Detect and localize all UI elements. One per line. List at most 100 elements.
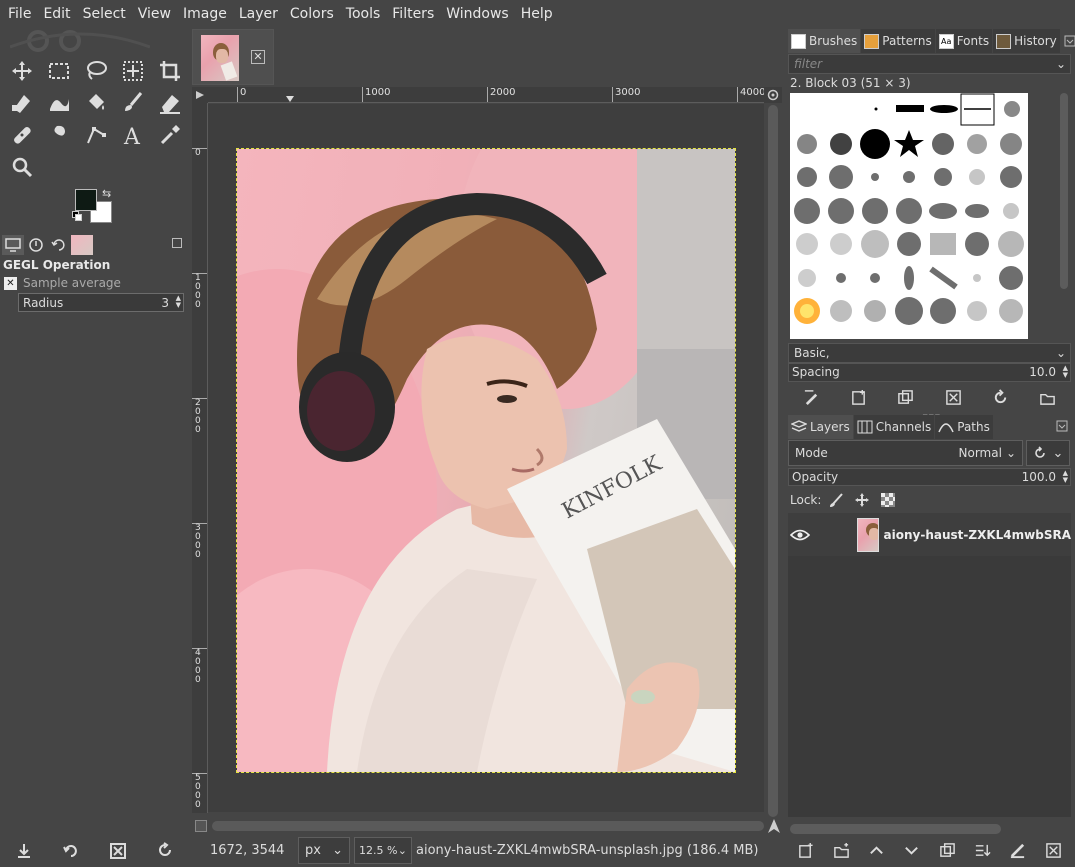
add-layer-mask-icon[interactable] (1009, 842, 1026, 859)
image-tab[interactable]: ✕ (192, 29, 274, 85)
layer-name[interactable]: aiony-haust-ZXKL4mwbSRA (884, 528, 1071, 542)
brush-filter-input[interactable]: filter ⌄ (788, 54, 1071, 74)
opacity-slider[interactable]: Opacity 100.0 ▲ ▼ (788, 468, 1071, 486)
paintbrush-tool-icon[interactable] (114, 87, 151, 119)
zoom-tool-icon[interactable] (3, 151, 40, 183)
undo-history-tab-icon[interactable] (48, 235, 70, 255)
reset-options-icon[interactable] (156, 842, 174, 860)
tab-patterns[interactable]: Patterns (861, 29, 935, 53)
navigate-icon[interactable] (766, 818, 782, 834)
heal-tool-icon[interactable] (3, 119, 40, 151)
photo-layer[interactable]: KINFOLK (236, 148, 736, 773)
tab-fonts[interactable]: Aa Fonts (935, 29, 993, 53)
menu-help[interactable]: Help (517, 6, 557, 22)
default-colors-icon[interactable] (72, 211, 82, 221)
menu-windows[interactable]: Windows (442, 6, 513, 22)
color-picker-tool-icon[interactable] (151, 119, 188, 151)
unit-select[interactable]: px ⌄ (298, 837, 350, 864)
delete-options-icon[interactable] (109, 842, 127, 860)
tab-brushes[interactable]: Brushes (788, 29, 861, 53)
duplicate-layer-icon[interactable] (939, 842, 956, 859)
transform-tool-icon[interactable] (3, 87, 40, 119)
mode-reset-button[interactable]: ⌄ (1026, 440, 1070, 466)
chevron-down-icon[interactable]: ⌄ (1056, 55, 1066, 73)
delete-brush-icon[interactable] (945, 389, 962, 406)
layer-visibility-eye-icon[interactable] (790, 529, 811, 541)
spacing-spin-arrows-icon[interactable]: ▲ ▼ (1063, 365, 1068, 379)
menu-image[interactable]: Image (179, 6, 231, 22)
sample-average-checkbox[interactable]: ✕ (4, 276, 17, 290)
dock-menu-icon[interactable] (1056, 420, 1068, 432)
move-tool-icon[interactable] (3, 55, 40, 87)
tool-options-tab-icon[interactable] (2, 235, 24, 255)
crop-tool-icon[interactable] (151, 55, 188, 87)
bucket-fill-tool-icon[interactable] (77, 87, 114, 119)
horizontal-ruler[interactable]: 0 1000 2000 3000 4000 (208, 87, 764, 103)
tab-paths[interactable]: Paths (935, 415, 993, 439)
duplicate-brush-icon[interactable] (897, 389, 914, 406)
lock-position-icon[interactable] (851, 490, 873, 510)
brush-preset-select[interactable]: Basic, ⌄ (788, 343, 1071, 363)
images-tab-icon[interactable] (71, 235, 93, 255)
refresh-brushes-icon[interactable] (992, 388, 1009, 406)
smudge-tool-icon[interactable] (40, 119, 77, 151)
menu-file[interactable]: File (4, 6, 35, 22)
eraser-tool-icon[interactable] (151, 87, 188, 119)
brush-grid[interactable] (790, 93, 1028, 339)
menu-colors[interactable]: Colors (286, 6, 338, 22)
menu-filters[interactable]: Filters (388, 6, 438, 22)
menu-tools[interactable]: Tools (342, 6, 385, 22)
layer-mode-select[interactable]: Mode Normal ⌄ (788, 440, 1023, 466)
merge-layer-down-icon[interactable] (974, 842, 991, 859)
horizontal-scrollbar[interactable] (212, 819, 764, 833)
raise-layer-icon[interactable] (868, 842, 885, 859)
tab-layers[interactable]: Layers (788, 415, 853, 439)
zoom-to-fit-icon[interactable] (764, 87, 782, 103)
radius-spinner[interactable]: Radius 3 ▲ ▼ (18, 293, 184, 312)
layer-list[interactable]: aiony-haust-ZXKL4mwbSRA (788, 513, 1071, 817)
warp-transform-tool-icon[interactable] (40, 87, 77, 119)
save-options-icon[interactable] (15, 842, 33, 860)
open-brush-as-image-icon[interactable] (1039, 389, 1056, 406)
tab-channels[interactable]: Channels (853, 415, 935, 439)
tab-history[interactable]: History (993, 29, 1060, 53)
layer-row[interactable]: aiony-haust-ZXKL4mwbSRA (788, 513, 1071, 556)
device-status-tab-icon[interactable] (25, 235, 47, 255)
rect-select-tool-icon[interactable] (40, 55, 77, 87)
menu-view[interactable]: View (134, 6, 175, 22)
radius-spin-arrows-icon[interactable]: ▲ ▼ (176, 295, 181, 309)
text-tool-icon[interactable]: A (114, 119, 151, 151)
dock-menu-icon[interactable] (1060, 29, 1075, 53)
ruler-corner-icon[interactable] (192, 87, 208, 103)
lock-alpha-icon[interactable] (877, 490, 899, 510)
close-image-icon[interactable]: ✕ (251, 50, 265, 64)
restore-options-icon[interactable] (62, 842, 80, 860)
image-canvas[interactable]: KINFOLK (208, 104, 764, 812)
dock-menu-icon[interactable] (172, 238, 182, 248)
sample-average-option[interactable]: ✕ Sample average (4, 276, 121, 290)
spacing-slider[interactable]: Spacing 10.0 ▲ ▼ (788, 363, 1071, 382)
quick-mask-icon[interactable] (195, 820, 207, 832)
foreground-color[interactable] (75, 189, 97, 211)
menu-select[interactable]: Select (79, 6, 130, 22)
lower-layer-icon[interactable] (903, 842, 920, 859)
new-layer-group-icon[interactable] (833, 842, 850, 859)
zoom-select[interactable]: 12.5 % ⌄ (354, 837, 412, 864)
layer-list-scrollbar[interactable] (790, 824, 1070, 834)
new-layer-icon[interactable] (797, 842, 814, 859)
brush-list-scrollbar[interactable] (1058, 93, 1070, 339)
paths-tool-icon[interactable] (77, 119, 114, 151)
lasso-tool-icon[interactable] (77, 55, 114, 87)
fuzzy-select-tool-icon[interactable] (114, 55, 151, 87)
menu-edit[interactable]: Edit (39, 6, 74, 22)
delete-layer-icon[interactable] (1045, 842, 1062, 859)
edit-brush-icon[interactable] (803, 389, 820, 406)
lock-pixels-icon[interactable] (825, 490, 847, 510)
swap-colors-icon[interactable]: ⇆ (102, 187, 111, 200)
vertical-scrollbar[interactable] (766, 105, 780, 817)
menu-layer[interactable]: Layer (235, 6, 282, 22)
opacity-spin-arrows-icon[interactable]: ▲ ▼ (1063, 470, 1068, 484)
new-brush-icon[interactable] (850, 389, 867, 406)
ruler-v-label: 3 0 0 0 (192, 523, 207, 560)
vertical-ruler[interactable]: 0 1 0 0 0 2 0 0 0 3 0 0 0 4 0 0 0 5 0 0 … (192, 103, 208, 813)
